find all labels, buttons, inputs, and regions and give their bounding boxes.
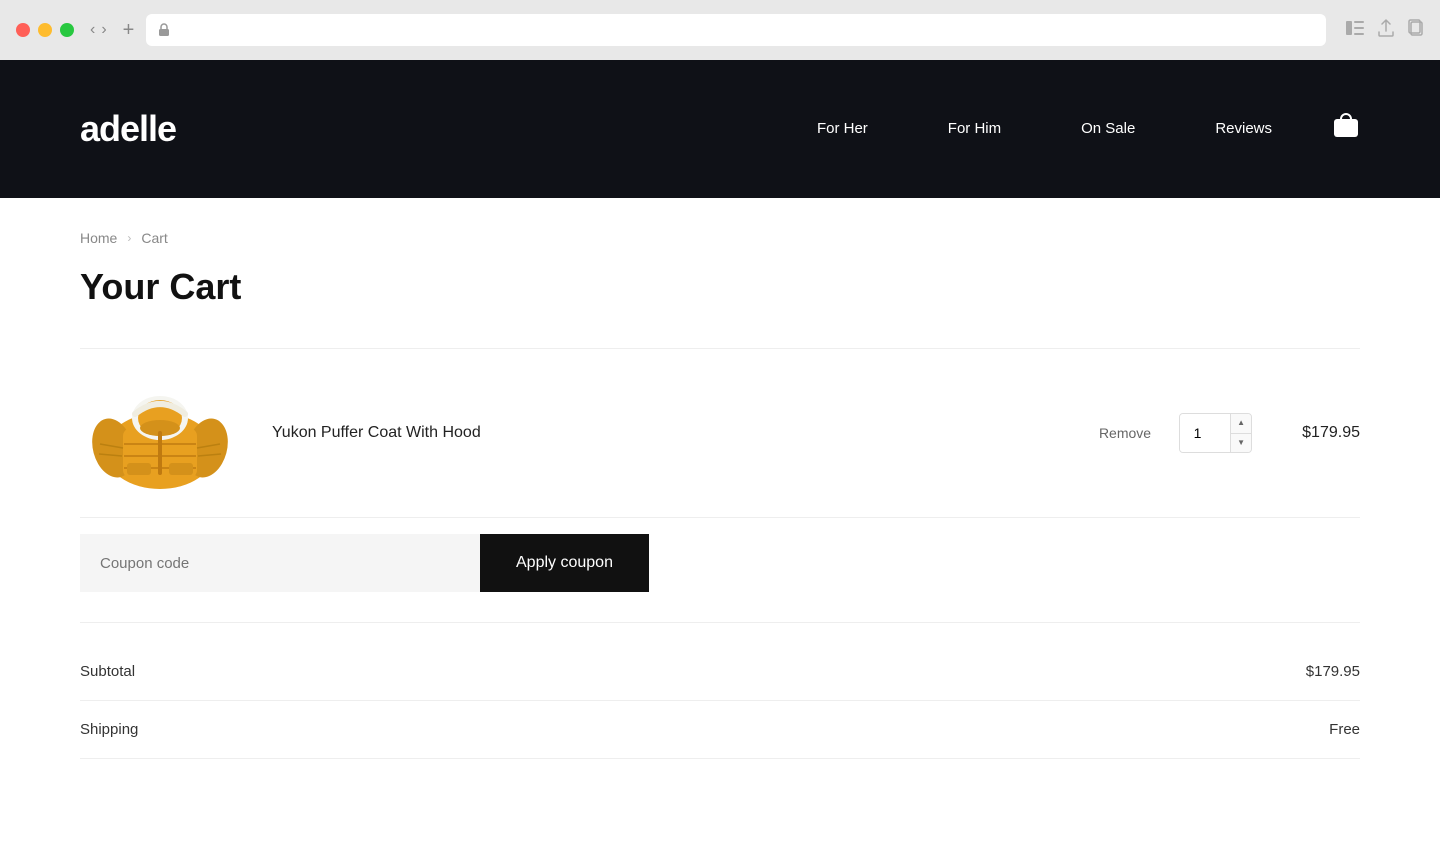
site-logo[interactable]: adelle [80, 108, 176, 150]
breadcrumb-home[interactable]: Home [80, 230, 117, 246]
item-price: $179.95 [1280, 424, 1360, 442]
minimize-button[interactable] [38, 23, 52, 37]
main-content: Home › Cart Your Cart [0, 198, 1440, 759]
quantity-spinner: ▲ ▼ [1230, 414, 1251, 452]
coupon-section: Apply coupon [80, 534, 1360, 592]
site-header: adelle For Her For Him On Sale Reviews [0, 60, 1440, 198]
page-title: Your Cart [80, 266, 1360, 308]
lock-icon [158, 23, 170, 37]
cart-item-name: Yukon Puffer Coat With Hood [272, 424, 1067, 442]
back-button[interactable]: ‹ [90, 21, 95, 39]
subtotal-label: Subtotal [80, 663, 135, 680]
browser-nav-arrows: ‹ › [90, 21, 107, 39]
sidebar-toggle-button[interactable] [1346, 19, 1364, 42]
nav-for-him[interactable]: For Him [948, 120, 1001, 137]
cart-item-actions: Remove ▲ ▼ $179.95 [1099, 413, 1360, 453]
quantity-input-wrapper: ▲ ▼ [1179, 413, 1252, 453]
cart-item-image [80, 373, 240, 493]
totals-section: Subtotal $179.95 Shipping Free [80, 622, 1360, 759]
cart-icon [1332, 113, 1360, 141]
new-tab-button[interactable]: + [123, 19, 135, 42]
traffic-lights [16, 23, 74, 37]
address-bar[interactable] [146, 14, 1326, 46]
subtotal-value: $179.95 [1306, 663, 1360, 680]
apply-coupon-button[interactable]: Apply coupon [480, 534, 649, 592]
browser-actions [1346, 19, 1424, 42]
shipping-value: Free [1329, 721, 1360, 738]
coupon-input[interactable] [80, 534, 480, 592]
duplicate-button[interactable] [1408, 19, 1424, 42]
product-image [85, 376, 235, 491]
shipping-label: Shipping [80, 721, 138, 738]
share-button[interactable] [1378, 19, 1394, 42]
breadcrumb-current: Cart [141, 230, 167, 246]
maximize-button[interactable] [60, 23, 74, 37]
quantity-input[interactable] [1180, 414, 1230, 452]
quantity-decrement[interactable]: ▼ [1231, 434, 1251, 453]
breadcrumb-separator: › [127, 231, 131, 245]
breadcrumb: Home › Cart [80, 198, 1360, 266]
cart-item: Yukon Puffer Coat With Hood Remove ▲ ▼ $… [80, 349, 1360, 517]
shipping-row: Shipping Free [80, 701, 1360, 759]
browser-chrome: ‹ › + [0, 0, 1440, 60]
remove-item-button[interactable]: Remove [1099, 425, 1151, 441]
forward-button[interactable]: › [101, 21, 106, 39]
nav-on-sale[interactable]: On Sale [1081, 120, 1135, 137]
main-nav: For Her For Him On Sale Reviews [817, 120, 1272, 138]
subtotal-row: Subtotal $179.95 [80, 643, 1360, 701]
quantity-increment[interactable]: ▲ [1231, 414, 1251, 434]
close-button[interactable] [16, 23, 30, 37]
cart-icon-button[interactable] [1332, 113, 1360, 146]
cart-bottom-divider [80, 517, 1360, 518]
nav-reviews[interactable]: Reviews [1215, 120, 1272, 137]
nav-for-her[interactable]: For Her [817, 120, 868, 137]
page: adelle For Her For Him On Sale Reviews H… [0, 60, 1440, 843]
